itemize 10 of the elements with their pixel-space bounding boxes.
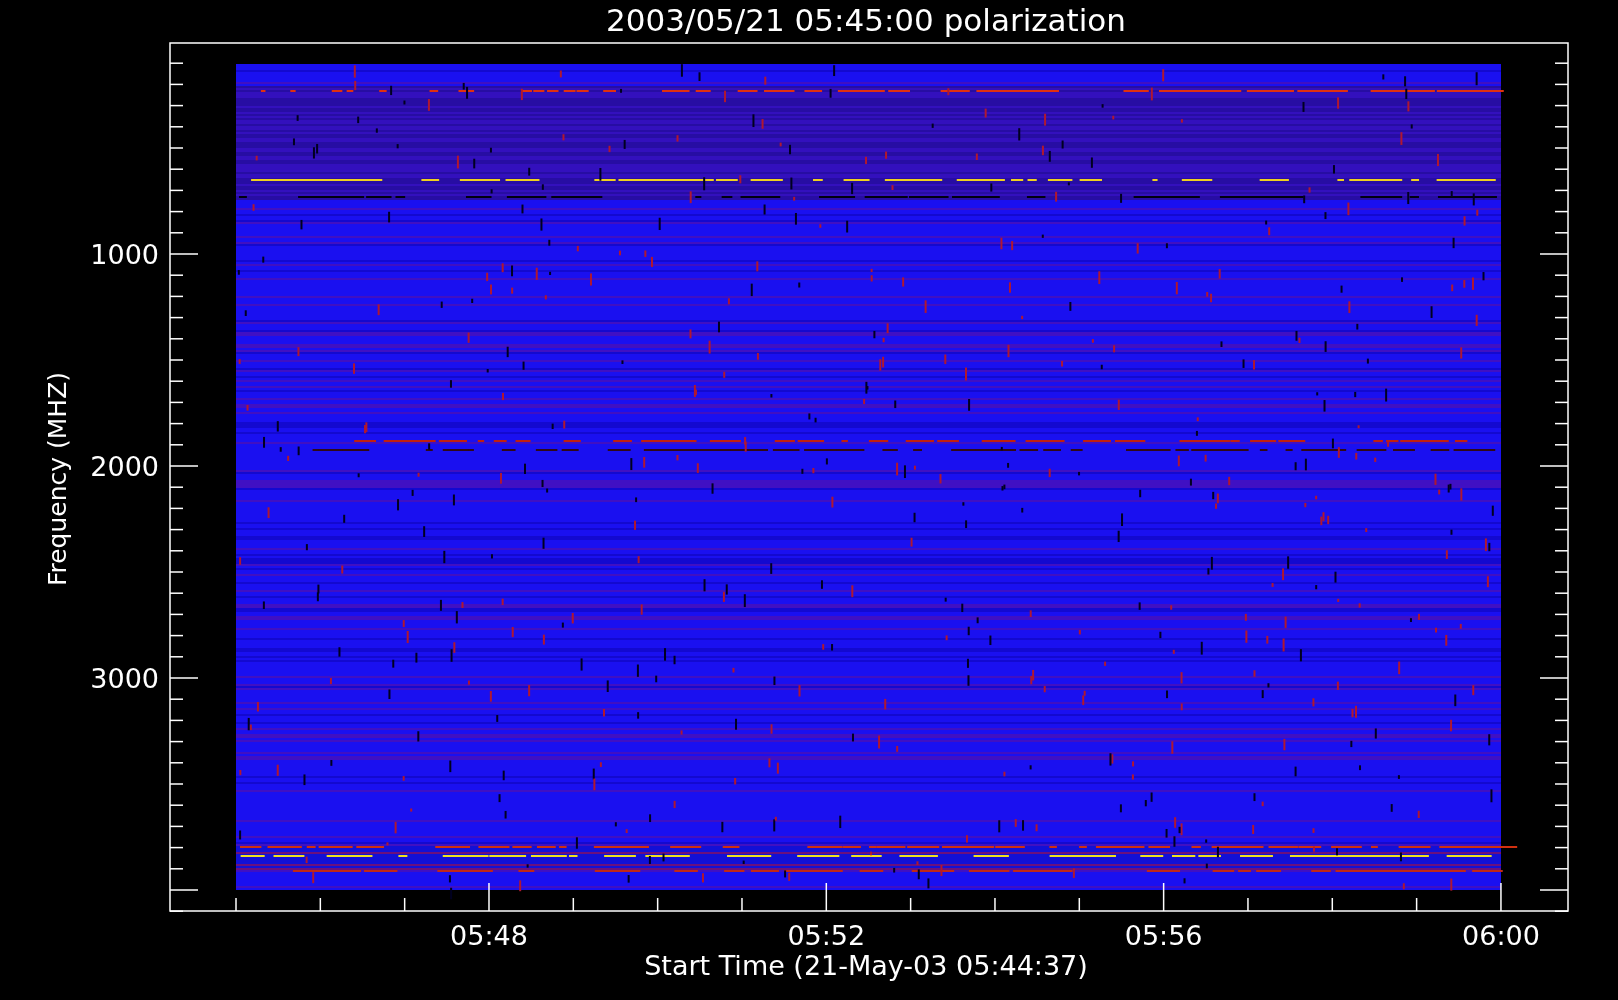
x-axis-label: Start Time (21-May-03 05:44:37) [644, 950, 1088, 981]
y-tick-label: 1000 [90, 239, 159, 270]
y-axis-label: Frequency (MHZ) [43, 371, 72, 587]
x-tick-label: 05:56 [1124, 920, 1203, 951]
x-tick-label: 05:52 [787, 920, 866, 951]
y-tick-label: 2000 [90, 451, 159, 482]
y-tick-label: 3000 [90, 663, 159, 694]
chart-title: 2003/05/21 05:45:00 polarization [606, 2, 1126, 38]
x-tick-label: 05:48 [450, 920, 528, 951]
x-tick-label: 06:00 [1462, 920, 1540, 951]
